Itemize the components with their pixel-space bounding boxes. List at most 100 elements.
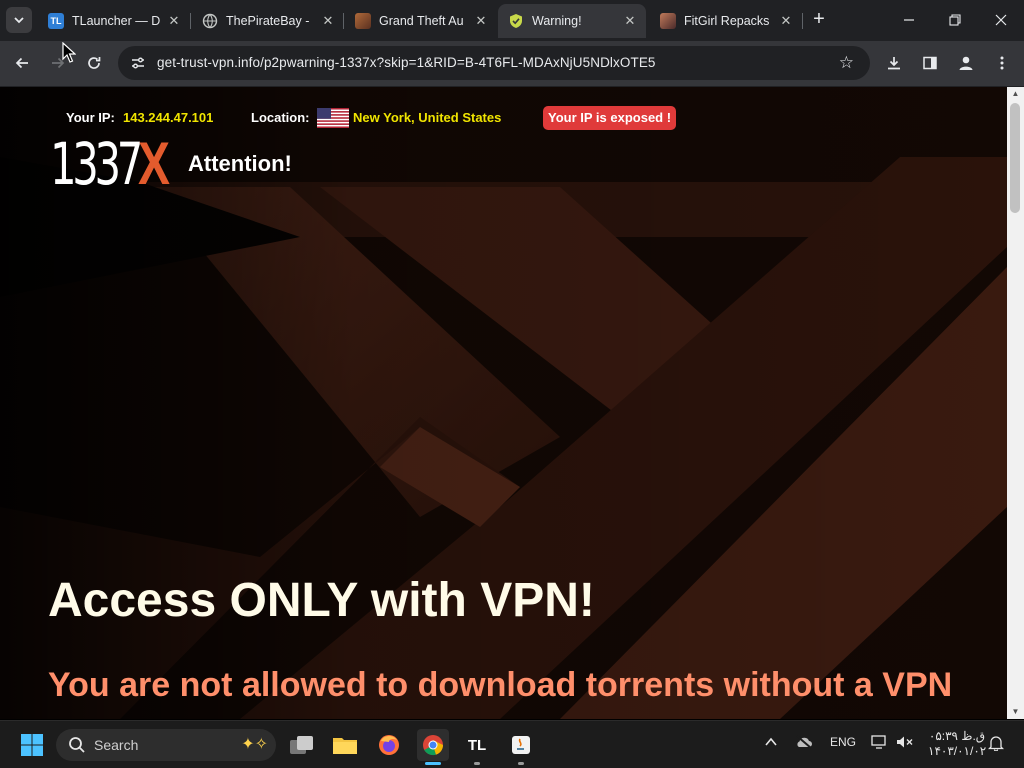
more-vertical-icon [1000, 56, 1004, 70]
tab-thepiratebay[interactable]: ThePirateBay - ✕ [192, 4, 344, 38]
bell-icon [987, 736, 1005, 752]
clock[interactable]: ۰۵:۳۹ ق.ظ ۱۴۰۳/۰۱/۰۲ [928, 729, 986, 759]
scroll-up-arrow-icon[interactable]: ▲ [1007, 87, 1024, 101]
network-button[interactable] [871, 735, 889, 752]
shield-icon [508, 13, 524, 29]
tab-warning[interactable]: Warning! ✕ [498, 4, 646, 38]
onedrive-button[interactable] [795, 735, 813, 752]
running-indicator [518, 762, 524, 765]
clock-date: ۱۴۰۳/۰۱/۰۲ [928, 744, 987, 758]
logo-x: X [138, 130, 171, 197]
active-indicator [425, 762, 441, 765]
tab-separator [190, 13, 191, 29]
tab-title: FitGirl Repacks [684, 14, 770, 28]
site-info-icon[interactable] [128, 53, 148, 73]
vpn-warning-text: You are not allowed to download torrents… [48, 666, 953, 704]
location-label: Location: [251, 110, 310, 125]
taskbar-search[interactable]: Search ✦✧ [56, 729, 276, 761]
network-icon [871, 735, 886, 749]
file-explorer-button[interactable] [329, 729, 361, 761]
tlauncher-icon: TL [48, 13, 64, 29]
tab-close-icon[interactable]: ✕ [622, 13, 638, 29]
chevron-up-icon [765, 737, 777, 746]
attention-title: Attention! [188, 151, 292, 176]
task-view-button[interactable] [286, 729, 318, 761]
menu-button[interactable] [990, 51, 1014, 75]
ip-exposed-badge: Your IP is exposed ! [543, 106, 677, 130]
language-indicator[interactable]: ENG [830, 735, 856, 749]
tab-strip: TL TLauncher — D ✕ ThePirateBay - ✕ Gran… [0, 0, 1024, 41]
firefox-icon [379, 735, 399, 755]
running-indicator [474, 762, 480, 765]
show-hidden-icons-button[interactable] [764, 735, 778, 752]
ip-label: Your IP: [66, 110, 115, 125]
1337x-logo: 1337 X [50, 130, 178, 198]
side-panel-button[interactable] [918, 51, 942, 75]
tab-grand-theft-auto[interactable]: Grand Theft Au ✕ [345, 4, 497, 38]
tab-title: ThePirateBay - [226, 14, 310, 28]
tab-close-icon[interactable]: ✕ [473, 13, 489, 29]
tab-separator [343, 13, 344, 29]
profile-icon [959, 56, 973, 70]
java-button[interactable] [505, 729, 537, 765]
vpn-headline: Access ONLY with VPN! [48, 574, 595, 627]
tab-close-icon[interactable]: ✕ [778, 13, 794, 29]
page-scrollbar[interactable]: ▲ ▼ [1007, 87, 1024, 719]
tab-close-icon[interactable]: ✕ [320, 13, 336, 29]
tab-title: TLauncher — D [72, 14, 161, 28]
java-icon [512, 736, 530, 754]
search-icon [69, 737, 85, 753]
mouse-cursor-icon [62, 42, 76, 63]
close-icon [995, 14, 1007, 26]
globe-icon [202, 13, 218, 29]
tab-separator [802, 13, 803, 29]
restore-button[interactable] [932, 0, 978, 40]
minimize-icon [904, 19, 914, 21]
tlauncher-icon: TL [467, 736, 487, 754]
chrome-icon [423, 735, 444, 756]
restore-icon [949, 14, 961, 26]
back-button[interactable] [10, 51, 34, 75]
bookmark-star-icon[interactable]: ☆ [839, 53, 854, 73]
windows-logo-icon [21, 734, 43, 756]
scrollbar-thumb[interactable] [1010, 103, 1020, 213]
address-bar[interactable]: get-trust-vpn.info/p2pwarning-1337x?skip… [118, 46, 870, 80]
download-icon [888, 57, 900, 70]
game-thumbnail-icon [355, 13, 371, 29]
volume-muted-icon [897, 736, 913, 748]
start-button[interactable] [16, 729, 48, 761]
windows-taskbar: Search ✦✧ TL ENG ۰۵:۳۹ ق.ظ ۱۴۰۳/۰۱/۰۲ [0, 720, 1024, 768]
fitgirl-thumbnail-icon [660, 13, 676, 29]
tab-tlauncher[interactable]: TL TLauncher — D ✕ [38, 4, 190, 38]
tab-fitgirl[interactable]: FitGirl Repacks ✕ [650, 4, 802, 38]
location-value: New York, United States [353, 110, 502, 125]
side-panel-icon [923, 56, 937, 70]
clock-time: ۰۵:۳۹ ق.ظ [928, 729, 986, 743]
browser-toolbar: get-trust-vpn.info/p2pwarning-1337x?skip… [0, 41, 1024, 87]
close-window-button[interactable] [978, 0, 1024, 40]
profile-button[interactable] [954, 51, 978, 75]
logo-number: 1337 [50, 130, 143, 198]
folder-icon [333, 738, 357, 754]
page-content: Your IP: 143.244.47.101 Location: New Yo… [0, 87, 1007, 719]
new-tab-button[interactable]: + [808, 8, 830, 30]
url-text[interactable]: get-trust-vpn.info/p2pwarning-1337x?skip… [157, 55, 656, 70]
reload-button[interactable] [82, 51, 106, 75]
sparkle-icon: ✦✧ [241, 736, 268, 753]
reload-icon [88, 57, 101, 69]
tab-title: Grand Theft Au [379, 14, 464, 28]
tlauncher-button[interactable]: TL [461, 729, 493, 765]
downloads-button[interactable] [882, 51, 906, 75]
volume-button[interactable] [896, 735, 914, 752]
task-view-icon [290, 736, 313, 754]
us-flag-icon [317, 108, 349, 128]
scroll-down-arrow-icon[interactable]: ▼ [1007, 705, 1024, 719]
minimize-button[interactable] [886, 0, 932, 40]
search-label: Search [94, 737, 139, 753]
notifications-button[interactable] [987, 735, 1005, 754]
chrome-button[interactable] [417, 729, 449, 765]
tab-close-icon[interactable]: ✕ [166, 13, 182, 29]
cloud-offline-icon [796, 735, 812, 749]
tab-search-button[interactable] [6, 7, 32, 33]
firefox-button[interactable] [373, 729, 405, 761]
